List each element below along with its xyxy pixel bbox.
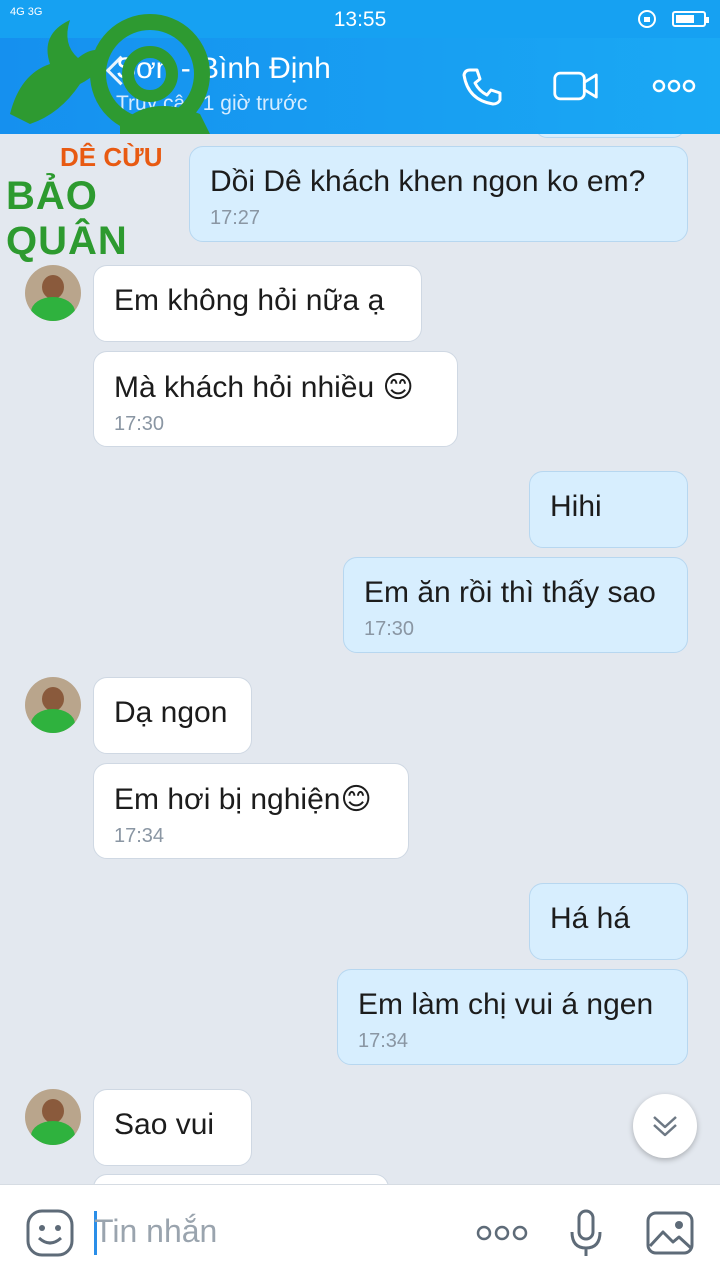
image-icon[interactable]: [644, 1207, 696, 1259]
message-input[interactable]: Tin nhắn: [94, 1213, 217, 1250]
avatar[interactable]: [25, 677, 81, 733]
logo-text-top: DÊ CỪU: [60, 142, 163, 172]
phone-icon[interactable]: [458, 62, 506, 110]
message-text: Em không hỏi nữa ạ: [114, 284, 385, 317]
message-bubble-incoming[interactable]: Dạ ngon: [93, 677, 252, 754]
message-text: Sao vui: [114, 1108, 215, 1141]
message-bubble-outgoing[interactable]: Em ăn rồi thì thấy sao 17:30: [343, 557, 688, 653]
message-bubble-outgoing[interactable]: Há há: [529, 883, 688, 960]
message-time: 17:30: [364, 618, 415, 640]
message-bubble-outgoing[interactable]: Dồi Dê khách khen ngon ko em? 17:27: [189, 146, 688, 242]
message-time: 17:30: [114, 413, 165, 435]
battery-icon: [672, 11, 709, 27]
message-text: Hihi: [550, 490, 602, 523]
composer-bar: Tin nhắn: [0, 1184, 720, 1281]
message-bubble-incoming[interactable]: Em hơi bị nghiện😊 17:34: [93, 763, 409, 859]
avatar[interactable]: [25, 1089, 81, 1145]
emoji-icon[interactable]: [24, 1207, 76, 1259]
more-icon[interactable]: [650, 62, 698, 110]
avatar[interactable]: [25, 265, 81, 321]
message-bubble-cutoff: [535, 134, 685, 138]
message-list[interactable]: Dồi Dê khách khen ngon ko em? 17:27 Em k…: [0, 134, 720, 1184]
logo-text-bottom: BẢO QUÂN: [6, 174, 128, 263]
message-bubble-cutoff: [93, 1174, 389, 1184]
more-options-icon[interactable]: [476, 1207, 528, 1259]
message-time: 17:34: [114, 825, 165, 847]
goat-logo-icon: [10, 14, 210, 134]
message-time: 17:34: [358, 1030, 409, 1052]
message-text: Em làm chị vui á ngen: [358, 988, 654, 1021]
scroll-down-button[interactable]: [633, 1094, 697, 1158]
message-bubble-incoming[interactable]: Sao vui: [93, 1089, 252, 1166]
message-text: Há há: [550, 902, 631, 935]
brand-logo: DÊ CỪU BẢO QUÂN: [0, 14, 230, 263]
message-time: 17:27: [210, 207, 261, 229]
message-bubble-incoming[interactable]: Mà khách hỏi nhiều 😊 17:30: [93, 351, 458, 447]
message-bubble-incoming[interactable]: Em không hỏi nữa ạ: [93, 265, 422, 342]
message-text: Dồi Dê khách khen ngon ko em?: [210, 165, 646, 198]
message-text: Mà khách hỏi nhiều 😊: [114, 371, 414, 404]
scroll-down-icon: [653, 1116, 677, 1137]
message-bubble-outgoing[interactable]: Hihi: [529, 471, 688, 548]
video-icon[interactable]: [552, 62, 600, 110]
mic-icon[interactable]: [560, 1207, 612, 1259]
message-text: Dạ ngon: [114, 696, 228, 729]
message-bubble-outgoing[interactable]: Em làm chị vui á ngen 17:34: [337, 969, 688, 1065]
message-text: Em hơi bị nghiện😊: [114, 783, 372, 816]
rotation-lock-icon: [638, 10, 656, 28]
message-text: Em ăn rồi thì thấy sao: [364, 576, 656, 609]
